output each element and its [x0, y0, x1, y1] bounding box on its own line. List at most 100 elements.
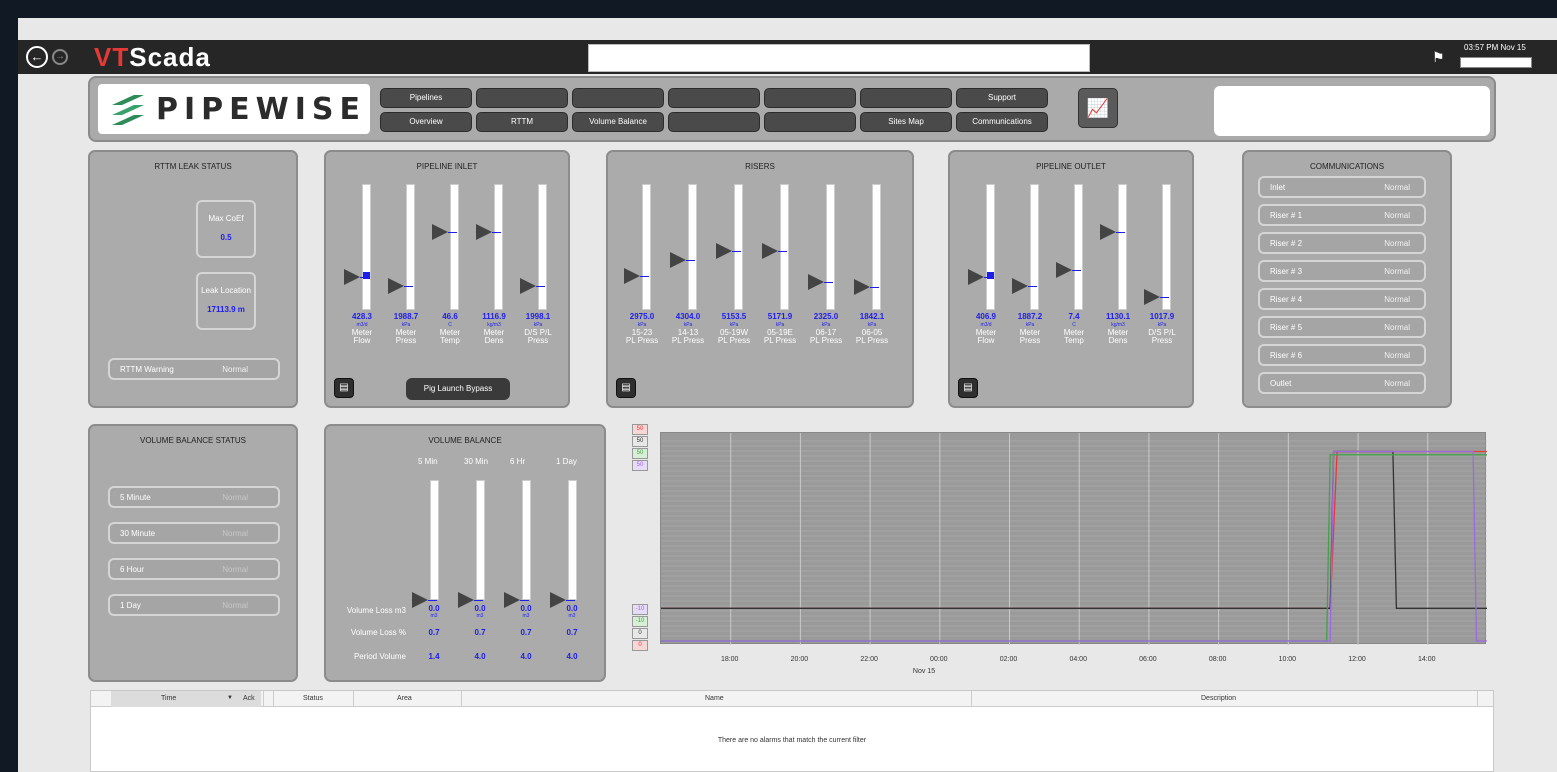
comm-status-0[interactable]: Inlet Normal — [1258, 176, 1426, 198]
y-min-tag[interactable]: 0 — [632, 628, 648, 639]
trend-series-2 — [661, 454, 1487, 642]
clock-box — [1460, 57, 1532, 68]
comm-status-1[interactable]: Riser # 1 Normal — [1258, 204, 1426, 226]
panel-title: PIPELINE INLET — [416, 162, 478, 171]
vb-loss-m3: 0.0 — [428, 604, 440, 613]
risers-trend-icon[interactable]: ▤ — [616, 378, 636, 398]
pipewise-mark-icon — [112, 95, 144, 125]
gauge-bar — [1162, 184, 1171, 310]
comm-status-3[interactable]: Riser # 3 Normal — [1258, 260, 1426, 282]
y-min-tag[interactable]: -10 — [632, 604, 648, 615]
nav-button-blank-0-4[interactable] — [764, 88, 856, 108]
header-bar: PIPEWISE Pipelines Support Overview RTTM Vol… — [88, 76, 1496, 142]
nav-button-support[interactable]: Support — [956, 88, 1048, 108]
gauge-pointer — [1056, 261, 1072, 278]
comm-status-6[interactable]: Riser # 6 Normal — [1258, 344, 1426, 366]
rttm-warning-indicator[interactable]: RTTM Warning Normal — [108, 358, 280, 380]
vb-status-2[interactable]: 6 Hour Normal — [108, 558, 280, 580]
vb-status-value: Normal — [222, 601, 248, 610]
col-separator — [263, 691, 264, 707]
vb-status-name: 5 Minute — [120, 493, 151, 502]
sort-down-icon[interactable]: ▼ — [227, 695, 233, 701]
y-max-tag[interactable]: 50 — [632, 436, 648, 447]
y-min-tag[interactable]: -10 — [632, 616, 648, 627]
pipeline-inlet-panel: PIPELINE INLET 428.3 m3/d Meter Flow 1988.7… — [324, 150, 570, 408]
col-separator — [1477, 691, 1478, 707]
gauge-label: D/S P/L Press — [524, 328, 552, 345]
nav-button-blank-1-3[interactable] — [668, 112, 760, 132]
vb-status-0[interactable]: 5 Minute Normal — [108, 486, 280, 508]
nav-button-volume-balance[interactable]: Volume Balance — [572, 112, 664, 132]
outlet-trend-icon[interactable]: ▤ — [958, 378, 978, 398]
nav-button-blank-0-3[interactable] — [668, 88, 760, 108]
gauge-pointer — [344, 269, 360, 286]
gauge-bar — [476, 480, 485, 600]
y-max-tag[interactable]: 50 — [632, 460, 648, 471]
back-icon[interactable]: ← — [26, 46, 48, 68]
nav-button-communications[interactable]: Communications — [956, 112, 1048, 132]
alarm-bell-icon[interactable]: ⚑ — [1432, 49, 1445, 66]
forward-icon[interactable]: → — [52, 49, 68, 65]
vb-loss-m3: 0.0 — [520, 604, 532, 613]
gauge-pointer — [476, 223, 492, 240]
nav-button-sites-map[interactable]: Sites Map — [860, 112, 952, 132]
nav-button-blank-1-4[interactable] — [764, 112, 856, 132]
y-max-tag[interactable]: 50 — [632, 424, 648, 435]
y-max-tag[interactable]: 50 — [632, 448, 648, 459]
panel-title: VOLUME BALANCE — [428, 436, 502, 445]
nav-button-overview[interactable]: Overview — [380, 112, 472, 132]
col-status[interactable]: Status — [303, 695, 323, 702]
gauge-value: 1998.1 — [525, 312, 551, 321]
col-ack[interactable]: Ack — [243, 695, 255, 702]
comm-status-5[interactable]: Riser # 5 Normal — [1258, 316, 1426, 338]
col-time[interactable]: Time — [161, 695, 176, 702]
nav-button-rttm[interactable]: RTTM — [476, 112, 568, 132]
x-sublabel: Nov 15 — [912, 668, 936, 675]
nav-button-blank-0-1[interactable] — [476, 88, 568, 108]
col-area[interactable]: Area — [397, 695, 412, 702]
gauge-bar — [780, 184, 789, 310]
pig-launch-bypass-button[interactable]: Pig Launch Bypass — [406, 378, 510, 400]
comm-status-2[interactable]: Riser # 2 Normal — [1258, 232, 1426, 254]
vb-unit: m3 — [568, 613, 576, 619]
nav-button-blank-0-2[interactable] — [572, 88, 664, 108]
gauge-bar — [986, 184, 995, 310]
leak-location-value: 17113.9 m — [207, 305, 245, 314]
plot-area[interactable] — [660, 432, 1487, 645]
gauge-pointer — [670, 251, 686, 268]
panel-title: COMMUNICATIONS — [1309, 162, 1385, 171]
alarm-list-header: Time ▼ Ack Status Area Name Description — [91, 691, 1493, 707]
col-separator — [353, 691, 354, 707]
comm-status-4[interactable]: Riser # 4 Normal — [1258, 288, 1426, 310]
col-description[interactable]: Description — [1201, 695, 1236, 702]
inlet-trend-icon[interactable]: ▤ — [334, 378, 354, 398]
nav-button-pipelines[interactable]: Pipelines — [380, 88, 472, 108]
x-tick-label: 18:00 — [720, 656, 739, 663]
comm-status: Normal — [1384, 267, 1410, 276]
x-tick-label: 00:00 — [930, 656, 948, 663]
comm-name: Riser # 6 — [1270, 351, 1303, 360]
gauge-level-line — [566, 600, 575, 601]
vb-period-volume: 4.0 — [566, 652, 578, 661]
vb-loss-pct: 0.7 — [474, 628, 486, 637]
vb-loss-pct: 0.7 — [428, 628, 440, 637]
y-min-tag[interactable]: 0 — [632, 640, 648, 651]
col-name[interactable]: Name — [705, 695, 724, 702]
clock: 03:57 PM Nov 15 — [1464, 43, 1526, 52]
pipeline-outlet-panel: PIPELINE OUTLET 406.9 m3/d Meter Flow 1887.… — [948, 150, 1194, 408]
gauge-level-line — [474, 600, 483, 601]
vb-status-3[interactable]: 1 Day Normal — [108, 594, 280, 616]
comm-name: Outlet — [1270, 379, 1292, 388]
gauge-pointer — [432, 223, 448, 240]
gauge-level-line — [492, 231, 501, 233]
trends-button[interactable]: 📈 — [1078, 88, 1118, 128]
gauge-bar — [538, 184, 547, 310]
gauge-bar — [826, 184, 835, 310]
gauge-bar — [522, 480, 531, 600]
vb-row-label: Period Volume — [353, 652, 406, 661]
vb-period-label: 30 Min — [464, 457, 489, 466]
nav-button-blank-0-5[interactable] — [860, 88, 952, 108]
gauge-pointer — [854, 279, 870, 296]
vb-status-1[interactable]: 30 Minute Normal — [108, 522, 280, 544]
comm-status-7[interactable]: Outlet Normal — [1258, 372, 1426, 394]
